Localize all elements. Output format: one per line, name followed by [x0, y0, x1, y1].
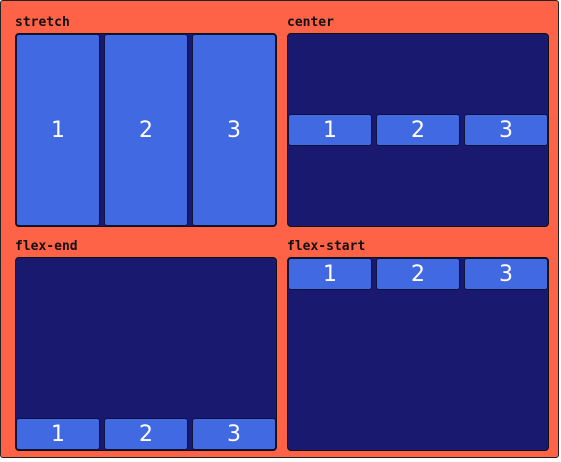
- flex-box-flex-end: 1 2 3: [15, 257, 277, 451]
- panel-flex-end: flex-end 1 2 3: [15, 239, 277, 451]
- panel-stretch: stretch 1 2 3: [15, 15, 277, 227]
- flex-item: 3: [464, 258, 548, 290]
- panel-label: flex-start: [287, 239, 366, 254]
- flex-box-flex-start: 1 2 3: [287, 257, 549, 451]
- flex-item: 2: [376, 114, 460, 146]
- flex-box-stretch: 1 2 3: [15, 33, 277, 227]
- flex-item: 3: [192, 34, 276, 226]
- flex-item: 2: [376, 258, 460, 290]
- panel-label: flex-end: [15, 239, 78, 254]
- panel-label: stretch: [15, 15, 70, 30]
- flex-item: 1: [16, 418, 100, 450]
- flex-item: 3: [192, 418, 276, 450]
- flex-item: 3: [464, 114, 548, 146]
- flex-demo-container: stretch 1 2 3 center 1 2 3 flex-end 1 2 …: [0, 0, 559, 458]
- flex-item: 1: [16, 34, 100, 226]
- flex-item: 1: [288, 258, 372, 290]
- panel-flex-start: flex-start 1 2 3: [287, 239, 549, 451]
- panel-center: center 1 2 3: [287, 15, 549, 227]
- flex-item: 1: [288, 114, 372, 146]
- panel-label: center: [287, 15, 334, 30]
- flex-box-center: 1 2 3: [287, 33, 549, 227]
- flex-item: 2: [104, 418, 188, 450]
- flex-item: 2: [104, 34, 188, 226]
